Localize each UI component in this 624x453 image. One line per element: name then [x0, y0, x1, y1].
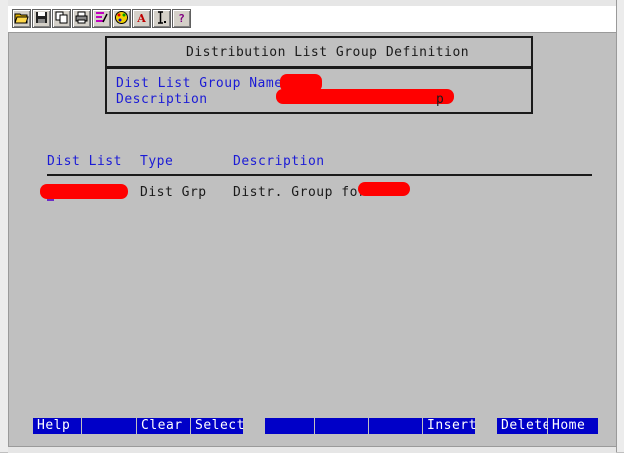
terminal-window: A ? Distribution List Group Definition D…	[0, 0, 624, 453]
function-key-blank-1[interactable]	[82, 418, 136, 434]
cursor-marker	[47, 199, 54, 201]
insert-key[interactable]: Insert	[423, 418, 476, 434]
font-icon[interactable]: A	[132, 9, 151, 28]
delete-key[interactable]: Delete	[497, 418, 550, 434]
print-icon[interactable]	[72, 9, 91, 28]
description-field[interactable]	[276, 89, 454, 104]
text-cursor-icon	[158, 11, 166, 24]
page-title: Distribution List Group Definition	[186, 45, 470, 60]
print-icon	[75, 11, 88, 24]
folder-open-icon	[14, 13, 29, 24]
copy-icon	[55, 11, 68, 24]
row-description: Distr. Group for	[233, 185, 367, 200]
clear-key[interactable]: Clear	[137, 418, 190, 434]
group-name-label: Dist List Group Name	[116, 76, 283, 91]
window-left-edge	[0, 0, 9, 452]
row-description-redacted	[358, 182, 410, 196]
help-key[interactable]: Help	[33, 418, 81, 434]
font-icon-label: A	[137, 12, 146, 25]
dist-list-field[interactable]	[40, 184, 128, 199]
help-icon-label: ?	[178, 12, 185, 25]
help-icon[interactable]: ?	[172, 9, 191, 28]
column-header-type: Type	[140, 154, 174, 169]
function-key-blank-2[interactable]	[265, 418, 314, 434]
function-key-blank-4[interactable]	[369, 418, 422, 434]
toolbar: A ?	[8, 6, 616, 33]
description-label: Description	[116, 92, 208, 107]
window-right-edge	[616, 0, 624, 452]
text-cursor-icon[interactable]	[152, 9, 171, 28]
function-key-blank-3[interactable]	[315, 418, 368, 434]
description-tail: p	[436, 92, 445, 107]
column-header-description: Description	[233, 154, 325, 169]
palette-icon[interactable]	[112, 9, 131, 28]
home-key[interactable]: Home	[548, 418, 598, 434]
folder-open-icon[interactable]	[12, 9, 31, 28]
save-icon[interactable]	[32, 9, 51, 28]
save-icon	[36, 12, 47, 23]
select-key[interactable]: Select	[191, 418, 244, 434]
edit-icon[interactable]	[92, 9, 111, 28]
palette-icon	[115, 11, 128, 24]
row-type: Dist Grp	[140, 185, 207, 200]
header-divider	[47, 174, 592, 176]
column-header-dist-list: Dist List	[47, 154, 122, 169]
edit-icon	[96, 12, 108, 23]
copy-icon[interactable]	[52, 9, 71, 28]
